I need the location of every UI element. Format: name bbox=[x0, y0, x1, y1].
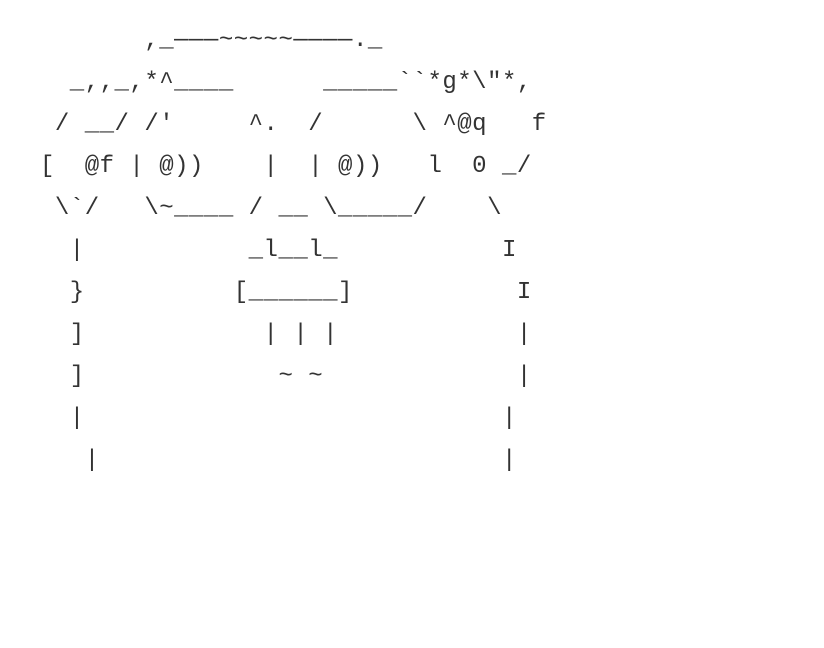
ascii-line-8: ] ~ ~ | bbox=[40, 363, 532, 390]
ascii-line-4: \`/ \~____ / __ \_____/ \ bbox=[40, 195, 502, 222]
ascii-line-0: ,_———~~~~~————._ bbox=[40, 27, 383, 54]
ascii-line-9: | | bbox=[40, 405, 517, 432]
ascii-line-6: } [______] I bbox=[40, 279, 532, 306]
ascii-line-3: [ @f | @)) | | @)) l 0 _/ bbox=[40, 153, 532, 180]
ascii-line-5: | _l__l_ I bbox=[40, 237, 517, 264]
ascii-line-10: | | bbox=[40, 447, 517, 474]
ascii-line-2: / __/ /' ^. / \ ^@q f bbox=[40, 111, 547, 138]
ascii-line-1: _,,_,*^____ _____``*g*\"*, bbox=[40, 69, 532, 96]
ascii-line-7: ] | | | | bbox=[40, 321, 532, 348]
ascii-art: ,_———~~~~~————._ _,,_,*^____ _____``*g*\… bbox=[40, 20, 784, 482]
